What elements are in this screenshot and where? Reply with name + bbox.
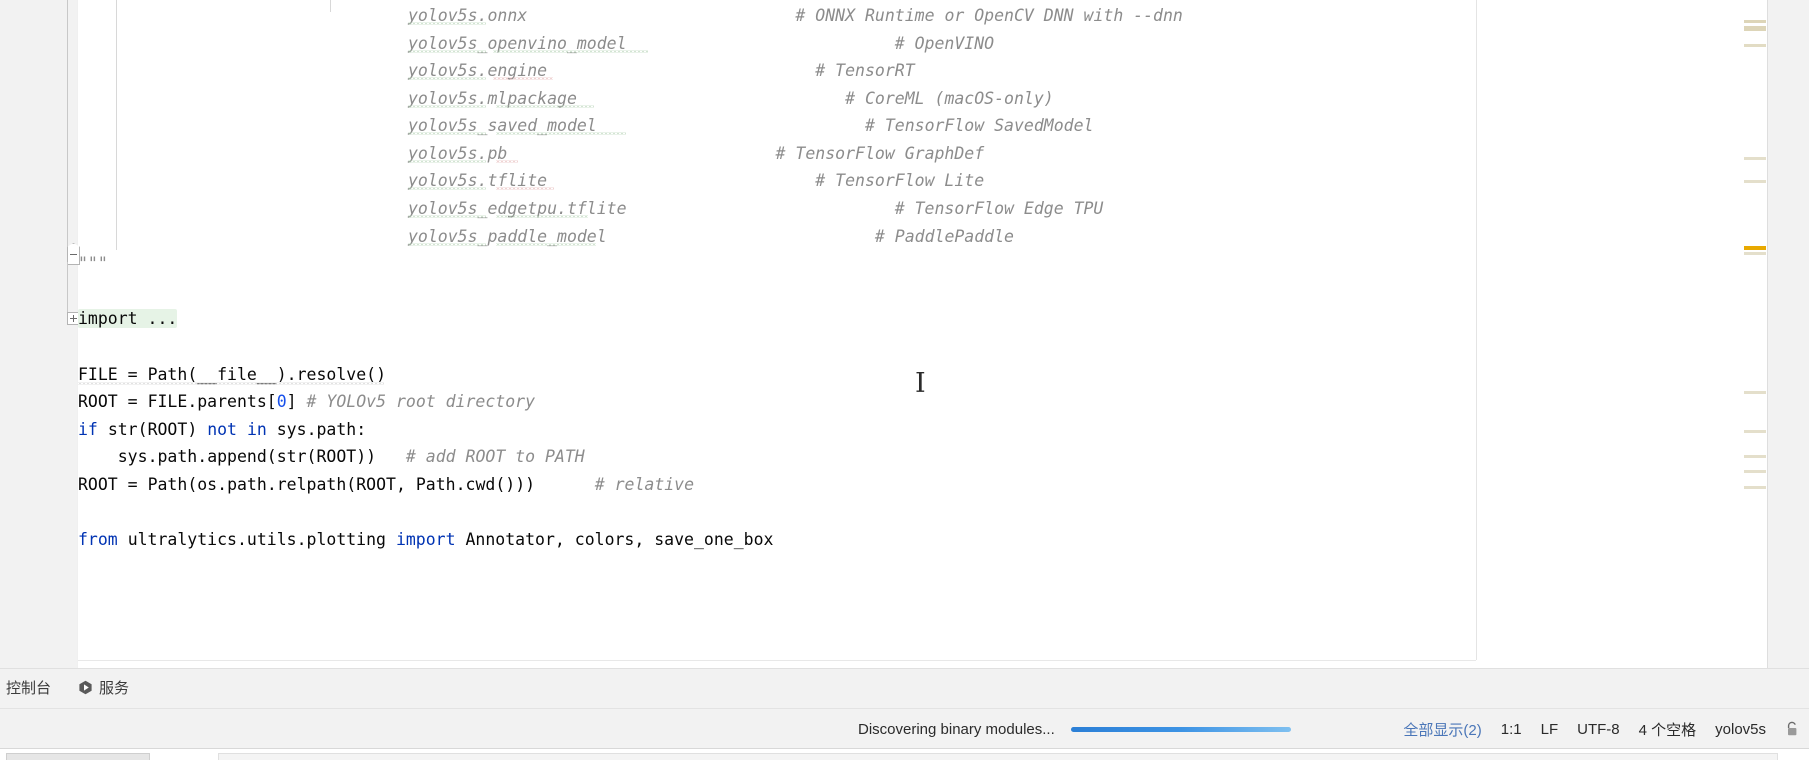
error-stripe-mark[interactable] [1744,157,1766,160]
bottom-chrome-right [218,753,1778,760]
fold-rail-imports [67,262,68,314]
tool-window-services[interactable]: 服务 [78,677,129,698]
error-stripe-mark[interactable] [1744,26,1766,31]
code-editor[interactable]: 2021222324252627282930313940414243444546… [0,0,1809,668]
spellcheck-squiggle [408,160,486,163]
code-line[interactable]: if str(ROOT) not in sys.path: [78,416,366,444]
error-stripe-mark[interactable] [1744,455,1766,458]
ide-window: 2021222324252627282930313940414243444546… [0,0,1809,760]
tool-window-bar: 控制台 服务 [0,668,1809,709]
lock-icon[interactable] [1785,721,1799,737]
spellcheck-squiggle [493,50,648,53]
spellcheck-squiggle [496,132,626,135]
code-line[interactable]: yolov5s.mlpackage # CoreML (macOS-only) [408,85,1054,113]
code-line[interactable]: ROOT = FILE.parents[0] # YOLOv5 root dir… [78,388,535,416]
tool-window-console[interactable]: 控制台 [6,677,51,698]
code-line[interactable]: ROOT = Path(os.path.relpath(ROOT, Path.c… [78,471,694,499]
status-interpreter[interactable]: yolov5s [1715,721,1766,738]
error-stripe-mark[interactable] [1744,246,1766,250]
background-task-progress[interactable]: Discovering binary modules... [858,709,1291,749]
status-encoding[interactable]: UTF-8 [1577,721,1620,738]
spellcheck-squiggle [408,187,486,190]
spellcheck-squiggle [408,105,486,108]
code-line[interactable]: yolov5s.pb # TensorFlow GraphDef [408,140,984,168]
folded-import-region[interactable]: import ... [78,309,178,328]
status-bar: Discovering binary modules... 全部显示(2) 1:… [0,708,1809,749]
editor-bottom-divider [78,660,1476,661]
code-line[interactable]: import ... [78,305,178,333]
status-bar-right-group: 全部显示(2) 1:1 LF UTF-8 4 个空格 yolov5s [1403,709,1799,749]
spellcheck-squiggle [408,132,486,135]
window-bottom-chrome [0,748,1809,760]
bottom-chrome-left [6,753,150,760]
progress-bar [1070,726,1291,732]
right-margin-guide [1476,0,1477,660]
code-line[interactable]: yolov5s.engine # TensorRT [408,57,915,85]
code-text-area[interactable]: yolov5s.onnx # ONNX Runtime or OpenCV DN… [78,0,1809,668]
spellcheck-squiggle [496,160,518,163]
fold-rail-docstring [67,0,68,262]
code-line[interactable]: """ [78,250,108,278]
status-show-all-notifications[interactable]: 全部显示(2) [1403,719,1481,740]
error-stripe-mark[interactable] [1744,470,1766,473]
editor-vertical-scrollbar[interactable] [1768,0,1809,668]
code-line[interactable]: yolov5s.tflite # TensorFlow Lite [408,167,984,195]
spellcheck-squiggle [496,187,554,190]
spellcheck-squiggle [493,77,553,80]
mouse-cursor-ibeam: I [915,368,926,399]
spellcheck-squiggle [408,77,486,80]
error-stripe-mark[interactable] [1744,44,1766,47]
code-line[interactable]: yolov5s_openvino_model # OpenVINO [408,30,994,58]
code-line[interactable]: yolov5s_saved_model # TensorFlow SavedMo… [408,112,1093,140]
code-line[interactable]: sys.path.append(str(ROOT)) # add ROOT to… [78,443,585,471]
code-line[interactable]: yolov5s.onnx # ONNX Runtime or OpenCV DN… [408,2,1183,30]
status-caret-position[interactable]: 1:1 [1501,721,1522,738]
run-services-icon [78,680,93,695]
code-line[interactable]: from ultralytics.utils.plotting import A… [78,526,773,554]
error-stripe-mark[interactable] [1744,486,1766,489]
spellcheck-squiggle [78,382,384,385]
console-label: 控制台 [6,680,52,697]
spellcheck-squiggle [408,22,486,25]
error-stripe-mark[interactable] [1744,180,1766,183]
spellcheck-squiggle [496,105,594,108]
spellcheck-squiggle [408,243,486,246]
error-stripe-mark[interactable] [1744,430,1766,433]
spellcheck-squiggle [496,243,596,246]
error-stripe-mark[interactable] [1744,391,1766,394]
spellcheck-squiggle [408,50,486,53]
progress-text: Discovering binary modules... [858,720,1055,738]
code-line[interactable]: yolov5s_paddle_model # PaddlePaddle [408,223,1014,251]
status-indent[interactable]: 4 个空格 [1639,719,1697,740]
services-label: 服务 [99,680,130,697]
error-stripe-mark[interactable] [1744,252,1766,255]
spellcheck-squiggle [496,215,588,218]
code-line[interactable]: yolov5s_edgetpu.tflite # TensorFlow Edge… [408,195,1103,223]
spellcheck-squiggle [408,215,486,218]
error-stripe-mark[interactable] [1744,20,1766,23]
status-line-separator[interactable]: LF [1541,721,1559,738]
error-stripe-panel[interactable] [1740,0,1767,668]
